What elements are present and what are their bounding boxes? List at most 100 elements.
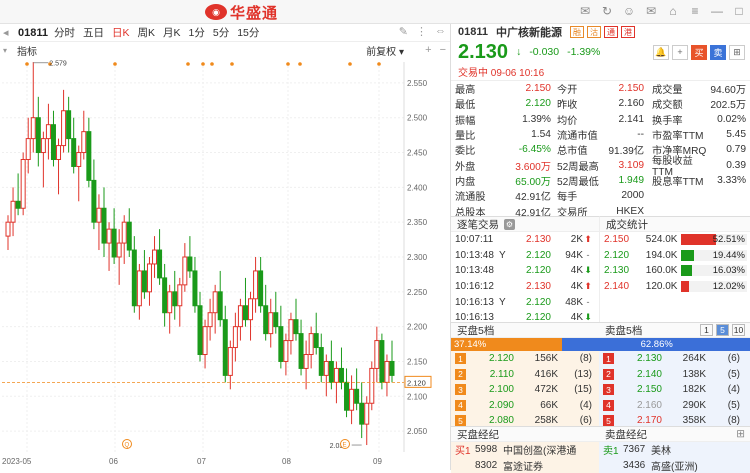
candle-body [259,271,263,306]
short-tag: 沽 [587,26,601,38]
period-tab[interactable]: 月K [163,27,181,39]
mail-icon[interactable]: ✉ [644,3,658,19]
candle-body [26,139,30,160]
refresh-icon[interactable]: ↻ [600,3,614,19]
broker-name[interactable]: 中国创盈(深港通 [503,442,595,457]
candle-body [375,341,379,369]
depth-10-button[interactable]: 10 [732,324,745,336]
stat-label: 今开 [557,81,604,96]
draw-icon[interactable]: ✎ [399,25,408,38]
buy-button[interactable]: 买 [691,45,707,60]
ask-count: (4) [706,384,740,395]
stat-value: 91.39亿 [604,142,644,157]
candle-body [324,361,328,375]
candle-body [77,153,81,167]
stat-label: 昨收 [557,96,604,111]
candle-body [274,313,278,327]
expand-icon[interactable]: ⇔ [435,25,446,38]
ask-count: (5) [706,369,740,380]
volstat-fill [681,250,694,261]
candle-body [238,306,242,327]
candle-body [147,264,151,292]
chart-symbol: 01811 [18,27,48,39]
tick-volume: 4K [551,281,583,292]
bid-level: 4 [455,400,466,411]
candle-body [254,271,258,299]
period-tab[interactable]: 5分 [213,27,229,39]
settings-icon[interactable]: ⋮ [416,25,427,38]
tick-title: 逐笔交易 [457,217,499,232]
stat-label: 换手率 [652,112,706,127]
period-tab[interactable]: 日K [112,27,130,39]
ask-price: 2.130 [618,353,662,364]
zoom-out-icon[interactable]: − [440,44,446,56]
y-tick-label: 2.150 [407,357,428,366]
candle-body [57,146,61,160]
candlestick-chart[interactable]: 2.5502.5002.4502.4002.3502.3002.2502.200… [0,58,450,470]
period-tab[interactable]: 分时 [54,27,75,39]
broker-name[interactable]: 高盛(亚洲) [651,458,743,473]
y-tick-label: 2.250 [407,288,428,297]
price-change-pct: -1.39% [567,46,600,58]
stat-label: 流通市值 [557,127,604,142]
depth-1-button[interactable]: 1 [700,324,713,336]
ask-title: 卖盘5档 [605,323,642,338]
tick-row: 10:07:112.1302K⬆ [455,232,595,248]
period-tab[interactable]: 周K [138,27,156,39]
zoom-in-icon[interactable]: + [425,44,431,56]
stat-value: 5.45 [706,129,746,140]
more-icon[interactable]: ⊞ [729,45,745,60]
broker-buy-title: 买盘经纪 [457,427,605,442]
margin-tag: 融 [570,26,584,38]
candle-body [380,341,384,383]
tick-volume: 2K [551,234,583,245]
tick-settings-icon[interactable]: ⚙ [504,219,515,230]
alert-icon[interactable]: 🔔 [653,45,669,60]
volstat-bar: 16.03% [681,265,747,276]
bid-row: 42.09066K(4) [451,398,599,414]
quote-panel: 01811 中广核新能源 融 沽 通 港 2.130 ↓ -0.030 -1.3… [450,24,750,470]
menu-icon[interactable]: ≡ [688,3,702,19]
broker-expand-icon[interactable]: ⊞ [736,428,745,440]
watch-icon[interactable]: + [672,45,688,60]
maximize-icon[interactable]: □ [732,3,746,19]
depth-5-button[interactable]: 5 [716,324,729,336]
event-marker [210,62,214,66]
quote-row: 流通股42.91亿每手2000 [455,188,746,203]
indicator-label[interactable]: 指标 [17,43,37,58]
minimize-icon[interactable]: — [710,3,724,19]
indicator-toggle-icon[interactable]: ▾ [3,46,7,55]
ask-level: 5 [603,415,614,426]
period-tab[interactable]: 1分 [189,27,205,39]
candle-body [355,389,359,403]
candle-body [132,250,136,306]
adjust-select[interactable]: 前复权 ▾ [366,43,404,58]
stat-label: 均价 [557,112,604,127]
broker-name[interactable]: 富途证券 [503,458,595,473]
user-icon[interactable]: ☺ [622,3,636,19]
period-tab[interactable]: 15分 [237,27,259,39]
shirt-icon[interactable]: ⌂ [666,3,680,19]
stat-label: 股息率TTM [652,173,706,188]
chat-icon[interactable]: ✉ [578,3,592,19]
bid-volume: 472K [514,384,558,395]
event-marker [25,62,29,66]
title-bar: ◉ 华盛通 ✉ ↻ ☺ ✉ ⌂ ≡ — □ [0,0,750,24]
ask-row: 12.130264K(6) [599,351,750,367]
broker-name[interactable]: 美林 [651,442,743,457]
candle-body [390,361,394,375]
stat-label: 52周最高 [557,158,604,173]
stat-value: 2.120 [495,98,551,109]
candle-body [233,327,237,348]
collapse-icon[interactable]: ◂ [3,26,9,39]
stat-label: 成交量 [652,81,706,96]
period-tab[interactable]: 五日 [83,27,104,39]
stat-label: 总市值 [557,142,604,157]
event-marker [186,62,190,66]
volstat-fill [681,281,689,292]
y-tick-label: 2.500 [407,114,428,123]
stat-label: 委比 [455,142,495,157]
stat-value: 1.39% [495,114,551,125]
candle-body [72,139,76,167]
sell-button[interactable]: 卖 [710,45,726,60]
